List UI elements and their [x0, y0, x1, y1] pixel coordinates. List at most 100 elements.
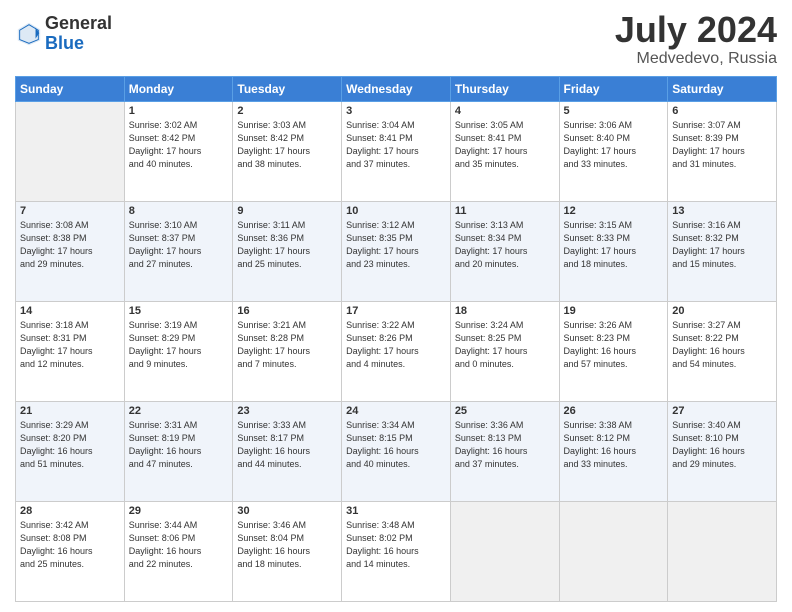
day-info: Sunrise: 3:21 AM Sunset: 8:28 PM Dayligh…: [237, 319, 337, 371]
day-cell: 31 Sunrise: 3:48 AM Sunset: 8:02 PM Dayli…: [342, 501, 451, 601]
day-cell: 25 Sunrise: 3:36 AM Sunset: 8:13 PM Dayli…: [450, 401, 559, 501]
logo-icon: [15, 20, 43, 48]
week-row-5: 28 Sunrise: 3:42 AM Sunset: 8:08 PM Dayli…: [16, 501, 777, 601]
day-info: Sunrise: 3:34 AM Sunset: 8:15 PM Dayligh…: [346, 419, 446, 471]
day-cell: 7 Sunrise: 3:08 AM Sunset: 8:38 PM Daylig…: [16, 201, 125, 301]
day-info: Sunrise: 3:11 AM Sunset: 8:36 PM Dayligh…: [237, 219, 337, 271]
day-info: Sunrise: 3:13 AM Sunset: 8:34 PM Dayligh…: [455, 219, 555, 271]
day-number: 2: [237, 105, 337, 117]
day-number: 25: [455, 405, 555, 417]
day-number: 19: [564, 305, 664, 317]
day-info: Sunrise: 3:05 AM Sunset: 8:41 PM Dayligh…: [455, 119, 555, 171]
day-info: Sunrise: 3:38 AM Sunset: 8:12 PM Dayligh…: [564, 419, 664, 471]
day-number: 4: [455, 105, 555, 117]
logo: General Blue: [15, 14, 112, 54]
day-cell: 13 Sunrise: 3:16 AM Sunset: 8:32 PM Dayli…: [668, 201, 777, 301]
day-number: 8: [129, 205, 229, 217]
day-number: 23: [237, 405, 337, 417]
day-number: 5: [564, 105, 664, 117]
day-number: 13: [672, 205, 772, 217]
day-number: 10: [346, 205, 446, 217]
day-number: 20: [672, 305, 772, 317]
day-info: Sunrise: 3:15 AM Sunset: 8:33 PM Dayligh…: [564, 219, 664, 271]
day-cell: 28 Sunrise: 3:42 AM Sunset: 8:08 PM Dayli…: [16, 501, 125, 601]
day-info: Sunrise: 3:24 AM Sunset: 8:25 PM Dayligh…: [455, 319, 555, 371]
day-number: 21: [20, 405, 120, 417]
day-cell: 2 Sunrise: 3:03 AM Sunset: 8:42 PM Daylig…: [233, 101, 342, 201]
day-cell: 26Sunrise: 3:38 AM Sunset: 8:12 PM Dayli…: [559, 401, 668, 501]
day-cell: [450, 501, 559, 601]
day-cell: 16 Sunrise: 3:21 AM Sunset: 8:28 PM Dayli…: [233, 301, 342, 401]
day-number: 7: [20, 205, 120, 217]
day-cell: 18 Sunrise: 3:24 AM Sunset: 8:25 PM Dayli…: [450, 301, 559, 401]
day-info: Sunrise: 3:48 AM Sunset: 8:02 PM Dayligh…: [346, 519, 446, 571]
day-number: 18: [455, 305, 555, 317]
day-cell: 9 Sunrise: 3:11 AM Sunset: 8:36 PM Daylig…: [233, 201, 342, 301]
day-cell: [668, 501, 777, 601]
week-row-1: 1 Sunrise: 3:02 AM Sunset: 8:42 PM Daylig…: [16, 101, 777, 201]
day-cell: 3 Sunrise: 3:04 AM Sunset: 8:41 PM Daylig…: [342, 101, 451, 201]
calendar-header: General Blue July 2024 Medvedevo, Russia: [15, 10, 777, 68]
col-friday: Friday: [559, 76, 668, 101]
col-thursday: Thursday: [450, 76, 559, 101]
day-cell: 14Sunrise: 3:18 AM Sunset: 8:31 PM Dayli…: [16, 301, 125, 401]
day-info: Sunrise: 3:33 AM Sunset: 8:17 PM Dayligh…: [237, 419, 337, 471]
day-cell: 24 Sunrise: 3:34 AM Sunset: 8:15 PM Dayli…: [342, 401, 451, 501]
day-cell: 12 Sunrise: 3:15 AM Sunset: 8:33 PM Dayli…: [559, 201, 668, 301]
calendar-table: Sunday Monday Tuesday Wednesday Thursday…: [15, 76, 777, 602]
day-cell: 21Sunrise: 3:29 AM Sunset: 8:20 PM Dayli…: [16, 401, 125, 501]
day-number: 24: [346, 405, 446, 417]
day-number: 6: [672, 105, 772, 117]
day-number: 22: [129, 405, 229, 417]
day-info: Sunrise: 3:02 AM Sunset: 8:42 PM Dayligh…: [129, 119, 229, 171]
day-info: Sunrise: 3:19 AM Sunset: 8:29 PM Dayligh…: [129, 319, 229, 371]
day-info: Sunrise: 3:36 AM Sunset: 8:13 PM Dayligh…: [455, 419, 555, 471]
day-number: 3: [346, 105, 446, 117]
week-row-2: 7 Sunrise: 3:08 AM Sunset: 8:38 PM Daylig…: [16, 201, 777, 301]
day-cell: 4 Sunrise: 3:05 AM Sunset: 8:41 PM Daylig…: [450, 101, 559, 201]
logo-text: General Blue: [45, 14, 112, 54]
day-info: Sunrise: 3:12 AM Sunset: 8:35 PM Dayligh…: [346, 219, 446, 271]
day-cell: 17 Sunrise: 3:22 AM Sunset: 8:26 PM Dayli…: [342, 301, 451, 401]
day-number: 29: [129, 505, 229, 517]
day-number: 9: [237, 205, 337, 217]
day-number: 16: [237, 305, 337, 317]
week-row-3: 14Sunrise: 3:18 AM Sunset: 8:31 PM Dayli…: [16, 301, 777, 401]
col-sunday: Sunday: [16, 76, 125, 101]
day-cell: 15Sunrise: 3:19 AM Sunset: 8:29 PM Dayli…: [124, 301, 233, 401]
col-monday: Monday: [124, 76, 233, 101]
day-info: Sunrise: 3:10 AM Sunset: 8:37 PM Dayligh…: [129, 219, 229, 271]
location: Medvedevo, Russia: [615, 50, 777, 68]
logo-general: General: [45, 14, 112, 34]
day-cell: [559, 501, 668, 601]
month-title: July 2024: [615, 10, 777, 50]
col-wednesday: Wednesday: [342, 76, 451, 101]
day-number: 17: [346, 305, 446, 317]
day-info: Sunrise: 3:08 AM Sunset: 8:38 PM Dayligh…: [20, 219, 120, 271]
day-number: 12: [564, 205, 664, 217]
day-cell: 6 Sunrise: 3:07 AM Sunset: 8:39 PM Daylig…: [668, 101, 777, 201]
day-info: Sunrise: 3:07 AM Sunset: 8:39 PM Dayligh…: [672, 119, 772, 171]
day-number: 27: [672, 405, 772, 417]
day-info: Sunrise: 3:16 AM Sunset: 8:32 PM Dayligh…: [672, 219, 772, 271]
day-info: Sunrise: 3:44 AM Sunset: 8:06 PM Dayligh…: [129, 519, 229, 571]
day-info: Sunrise: 3:27 AM Sunset: 8:22 PM Dayligh…: [672, 319, 772, 371]
day-cell: 20 Sunrise: 3:27 AM Sunset: 8:22 PM Dayli…: [668, 301, 777, 401]
day-number: 31: [346, 505, 446, 517]
calendar-page: General Blue July 2024 Medvedevo, Russia…: [0, 0, 792, 612]
day-number: 1: [129, 105, 229, 117]
day-info: Sunrise: 3:26 AM Sunset: 8:23 PM Dayligh…: [564, 319, 664, 371]
day-info: Sunrise: 3:42 AM Sunset: 8:08 PM Dayligh…: [20, 519, 120, 571]
day-info: Sunrise: 3:03 AM Sunset: 8:42 PM Dayligh…: [237, 119, 337, 171]
day-info: Sunrise: 3:04 AM Sunset: 8:41 PM Dayligh…: [346, 119, 446, 171]
day-number: 14: [20, 305, 120, 317]
day-number: 28: [20, 505, 120, 517]
col-tuesday: Tuesday: [233, 76, 342, 101]
day-cell: 19 Sunrise: 3:26 AM Sunset: 8:23 PM Dayli…: [559, 301, 668, 401]
logo-blue: Blue: [45, 34, 112, 54]
day-cell: [16, 101, 125, 201]
day-cell: 11Sunrise: 3:13 AM Sunset: 8:34 PM Dayli…: [450, 201, 559, 301]
day-info: Sunrise: 3:22 AM Sunset: 8:26 PM Dayligh…: [346, 319, 446, 371]
day-cell: 1 Sunrise: 3:02 AM Sunset: 8:42 PM Daylig…: [124, 101, 233, 201]
col-saturday: Saturday: [668, 76, 777, 101]
